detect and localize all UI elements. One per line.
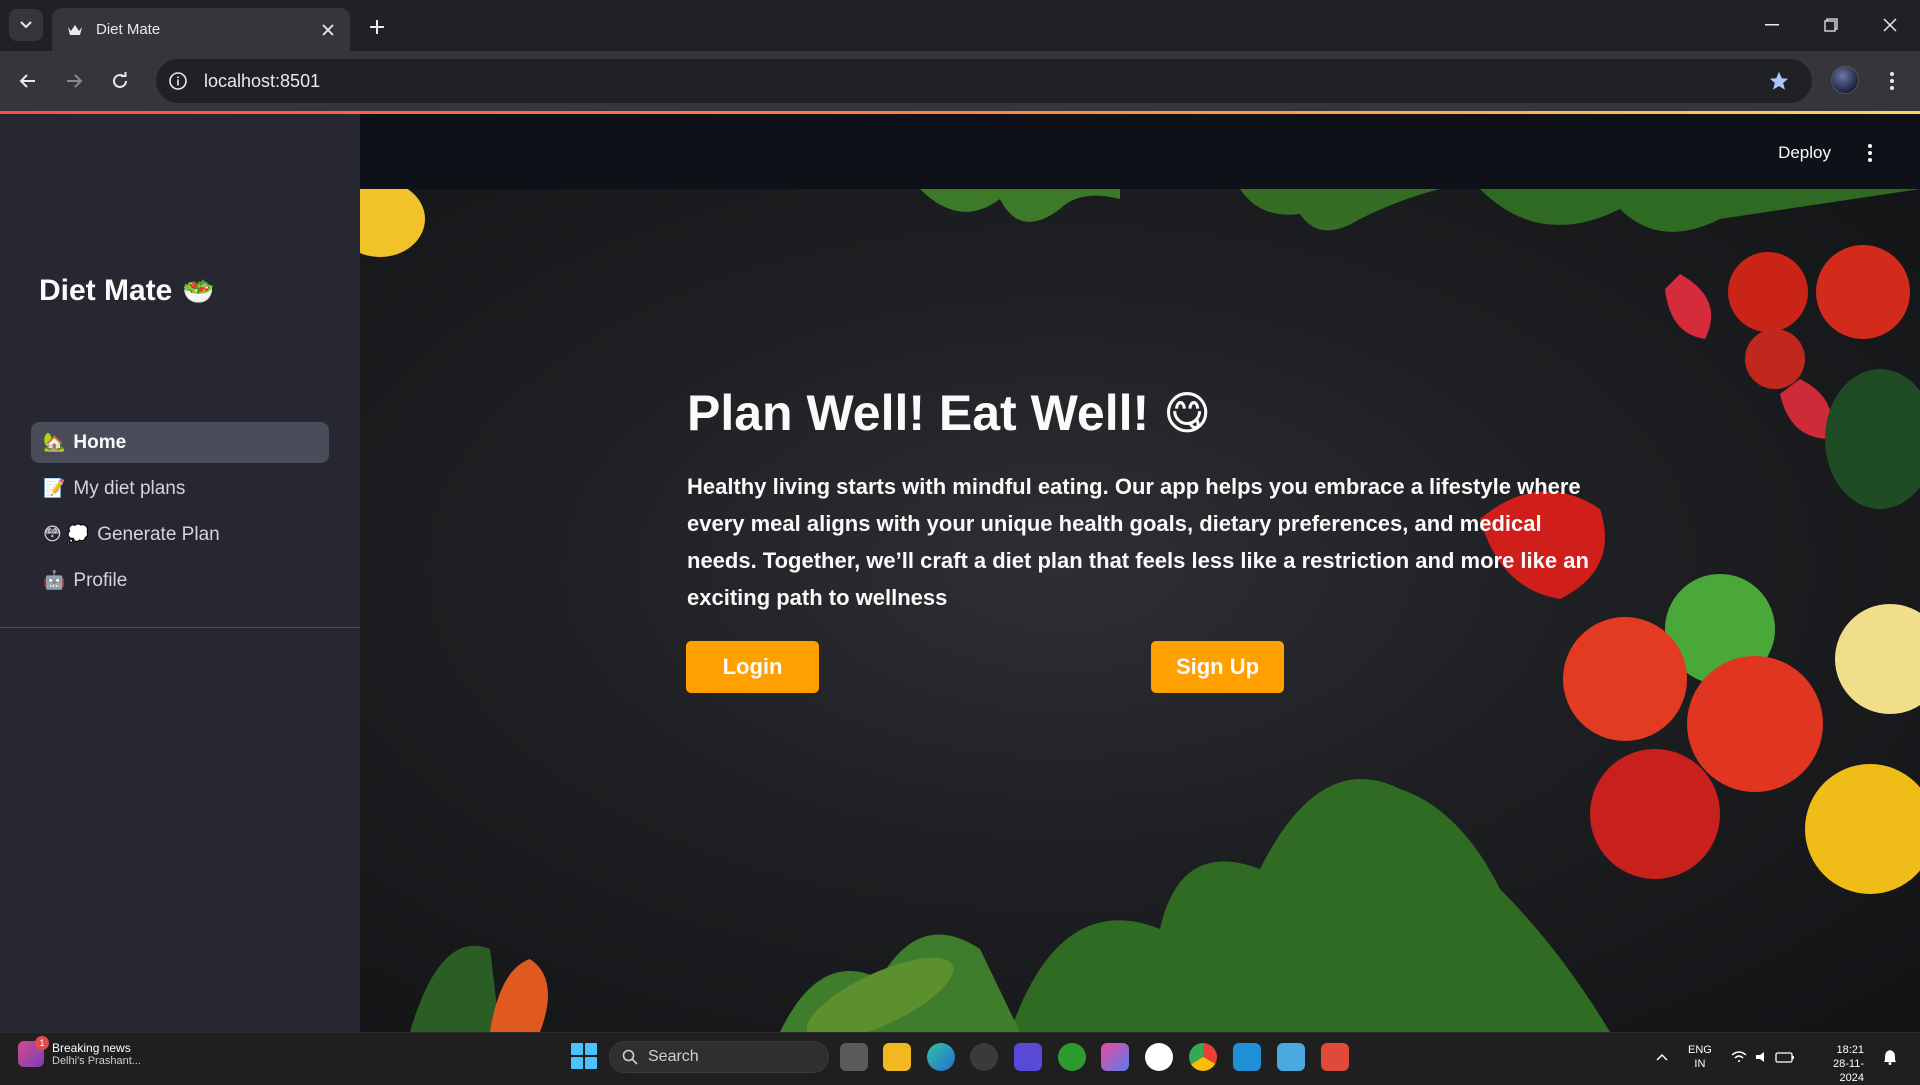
os-taskbar: 1 Breaking news Delhi's Prashant... Sear…: [0, 1032, 1920, 1084]
sidebar-divider: [0, 627, 360, 628]
memo-icon: 📝: [43, 478, 66, 498]
lang-bottom: IN: [1694, 1058, 1706, 1070]
robot-icon: 🤖: [43, 570, 66, 590]
deploy-button[interactable]: Deploy: [1778, 143, 1831, 163]
news-widget[interactable]: 1 Breaking news Delhi's Prashant...: [18, 1036, 141, 1067]
start-button[interactable]: [571, 1043, 597, 1069]
crown-favicon-icon: [66, 21, 84, 39]
minimize-icon: [1765, 24, 1779, 26]
back-button[interactable]: [12, 65, 44, 97]
xbox-icon[interactable]: [1058, 1043, 1086, 1071]
browser-toolbar: localhost:8501: [0, 51, 1920, 111]
house-icon: 🏡: [43, 432, 66, 452]
signup-button[interactable]: Sign Up: [1151, 641, 1284, 693]
language-indicator[interactable]: ENG IN: [1688, 1043, 1712, 1071]
search-label: Search: [648, 1048, 699, 1065]
sidebar-item-home[interactable]: 🏡 Home: [31, 422, 329, 463]
headline-text: Plan Well! Eat Well!: [687, 385, 1150, 441]
page-title: Plan Well! Eat Well! 😋: [687, 384, 1667, 442]
minimize-button[interactable]: [1750, 10, 1794, 40]
flushed-thought-icon: 😳 💭: [43, 524, 90, 544]
new-tab-button[interactable]: [362, 12, 392, 42]
lang-top: ENG: [1688, 1044, 1712, 1056]
task-view-icon[interactable]: [840, 1043, 868, 1071]
address-bar[interactable]: localhost:8501: [156, 59, 1812, 103]
sidebar-item-label: Generate Plan: [97, 523, 220, 545]
restore-icon: [1824, 18, 1838, 32]
arrow-right-icon: [67, 74, 83, 88]
app-header: Deploy: [360, 114, 1920, 189]
tab-title: Diet Mate: [96, 21, 161, 38]
taskbar-search[interactable]: Search: [609, 1041, 829, 1073]
reload-button[interactable]: [104, 65, 136, 97]
search-icon: [622, 1049, 638, 1065]
yum-face-icon: 😋: [1163, 387, 1212, 439]
plus-icon: [370, 20, 384, 34]
notepad-icon[interactable]: [1277, 1043, 1305, 1071]
tab-search-button[interactable]: [9, 9, 43, 41]
chrome-icon[interactable]: [1189, 1043, 1217, 1071]
salad-icon: 🥗: [182, 275, 215, 306]
app-hex-icon[interactable]: [970, 1043, 998, 1071]
notification-bell-icon[interactable]: [1880, 1043, 1900, 1071]
edge-icon[interactable]: [927, 1043, 955, 1071]
news-title: Breaking news: [52, 1041, 131, 1055]
tab-close-icon[interactable]: [318, 20, 338, 40]
sidebar-item-label: Home: [73, 431, 127, 453]
clock-time: 18:21: [1836, 1044, 1864, 1056]
vscode-icon[interactable]: [1233, 1043, 1261, 1071]
more-vertical-icon: [1890, 72, 1894, 90]
clock-date: 28-11-2024: [1833, 1058, 1864, 1084]
hero-content: Plan Well! Eat Well! 😋 Healthy living st…: [687, 384, 1667, 616]
chevron-down-icon: [20, 21, 32, 29]
profile-avatar[interactable]: [1831, 66, 1859, 94]
browser-tab-active[interactable]: Diet Mate: [52, 8, 350, 51]
forward-button[interactable]: [58, 65, 90, 97]
more-vertical-icon: [1868, 144, 1872, 162]
bookmark-star-icon[interactable]: [1766, 68, 1792, 94]
sidebar-nav: 🏡 Home 📝 My diet plans 😳 💭 Generate Plan…: [31, 422, 329, 606]
sidebar-item-my-diet-plans[interactable]: 📝 My diet plans: [31, 468, 329, 509]
app-title-text: Diet Mate: [39, 274, 173, 307]
system-tray-icons[interactable]: [1728, 1043, 1800, 1071]
main-area: Deploy Plan Well! Eat Well! 😋 Healthy li…: [360, 114, 1920, 1032]
browser-tabstrip: Diet Mate: [0, 0, 1920, 51]
sidebar-item-label: Profile: [73, 569, 128, 591]
close-icon: [1883, 18, 1897, 32]
login-button[interactable]: Login: [686, 641, 819, 693]
tray-chevron-up-icon[interactable]: [1652, 1043, 1672, 1071]
app-menu-button[interactable]: [1858, 140, 1882, 166]
reload-icon: [113, 72, 127, 88]
file-explorer-icon[interactable]: [883, 1043, 911, 1071]
url-text: localhost:8501: [204, 70, 321, 91]
close-window-button[interactable]: [1868, 10, 1912, 40]
restore-button[interactable]: [1809, 10, 1853, 40]
app-purple-icon[interactable]: [1014, 1043, 1042, 1071]
clock[interactable]: 18:21 28-11-2024: [1810, 1043, 1864, 1085]
app-red-icon[interactable]: [1321, 1043, 1349, 1071]
app-viewport: Diet Mate 🥗 🏡 Home 📝 My diet plans 😳 💭 G…: [0, 114, 1920, 1032]
hero-section: Plan Well! Eat Well! 😋 Healthy living st…: [360, 189, 1920, 1032]
sidebar-item-generate-plan[interactable]: 😳 💭 Generate Plan: [31, 514, 329, 555]
copilot-icon[interactable]: [1101, 1043, 1129, 1071]
app-store-icon[interactable]: [1145, 1043, 1173, 1071]
sidebar-item-label: My diet plans: [73, 477, 186, 499]
news-subtitle: Delhi's Prashant...: [52, 1055, 141, 1067]
app-title: Diet Mate 🥗: [39, 274, 215, 308]
sidebar: Diet Mate 🥗 🏡 Home 📝 My diet plans 😳 💭 G…: [0, 114, 360, 1032]
news-text: Breaking news Delhi's Prashant...: [52, 1041, 141, 1067]
site-info-icon[interactable]: [166, 69, 190, 93]
browser-menu-button[interactable]: [1880, 65, 1904, 97]
news-icon: 1: [18, 1036, 49, 1067]
arrow-left-icon: [19, 74, 35, 88]
hero-description: Healthy living starts with mindful eatin…: [687, 474, 1589, 610]
sidebar-item-profile[interactable]: 🤖 Profile: [31, 560, 329, 601]
news-badge: 1: [35, 1036, 49, 1050]
